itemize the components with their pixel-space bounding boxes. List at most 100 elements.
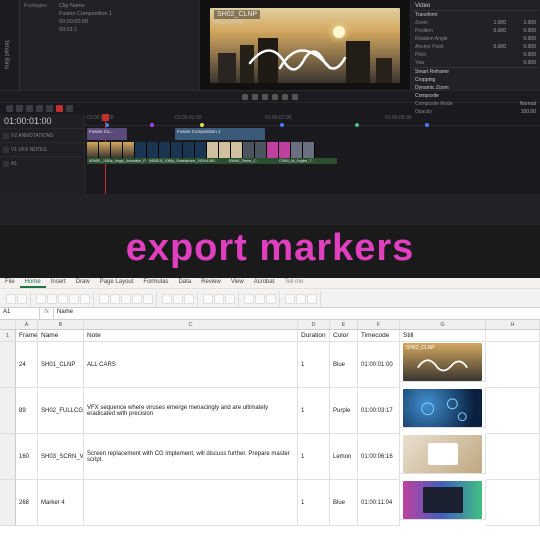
timeline-clip[interactable]: Fusion Composition 1 — [175, 128, 265, 140]
row-header[interactable] — [0, 434, 16, 480]
marker-blue[interactable] — [425, 123, 429, 127]
table-cell[interactable] — [486, 434, 540, 480]
table-cell[interactable]: SH03_SCRN_VFX — [38, 434, 84, 480]
timeline-timecode[interactable]: 01:00:01:00 — [0, 114, 84, 128]
table-cell[interactable] — [486, 330, 540, 342]
table-cell[interactable] — [486, 480, 540, 526]
format-cells-button[interactable] — [266, 294, 276, 304]
still-thumbnail-cell[interactable] — [400, 480, 486, 520]
ribbon-tab-home[interactable]: Home — [20, 278, 46, 288]
autosum-button[interactable] — [285, 294, 295, 304]
inspector-rotation[interactable]: 0.000 — [508, 36, 536, 42]
loop-button[interactable] — [292, 94, 298, 100]
fill-button[interactable] — [80, 294, 90, 304]
still-thumbnail-cell[interactable] — [400, 388, 486, 428]
table-cell[interactable]: Lemon — [330, 434, 358, 480]
inspector-transform-section[interactable]: Transform — [415, 12, 536, 18]
column-header[interactable] — [0, 320, 16, 329]
inspector-video-tab[interactable]: Video — [413, 2, 538, 11]
table-cell[interactable]: 1 — [298, 480, 330, 526]
step-back-button[interactable] — [252, 94, 258, 100]
ribbon-tab-pagelayout[interactable]: Page Layout — [95, 278, 139, 288]
table-cell[interactable]: Purple — [330, 388, 358, 434]
table-cell[interactable]: 89 — [16, 388, 38, 434]
track-toggle-icon[interactable] — [3, 133, 9, 139]
prev-clip-button[interactable] — [242, 94, 248, 100]
column-header[interactable]: C — [84, 320, 298, 329]
still-thumbnail-cell[interactable]: SH02_CLNP — [400, 342, 486, 382]
track-v2-header[interactable]: V2 ANNOTATIONS — [0, 128, 84, 142]
row-header[interactable]: 1 — [0, 330, 16, 342]
table-cell[interactable]: Timecode — [358, 330, 400, 342]
table-cell[interactable]: Blue — [330, 480, 358, 526]
table-cell[interactable]: Still — [400, 330, 486, 342]
timeline-ruler[interactable]: 01:00:00:00 01:00:01:00 01:00:02:00 01:0… — [85, 114, 540, 126]
media-pool-sidebar[interactable]: Smart Bins — [0, 0, 20, 90]
timeline-audio-clip[interactable]: CSM4_All_Angles_T... — [277, 158, 337, 164]
table-cell[interactable]: 24 — [16, 342, 38, 388]
ribbon-tab-review[interactable]: Review — [196, 278, 226, 288]
comma-button[interactable] — [184, 294, 194, 304]
column-header[interactable]: D — [298, 320, 330, 329]
track-v1-header[interactable]: V1 VFX NOTES — [0, 142, 84, 156]
table-cell[interactable]: Frame — [16, 330, 38, 342]
column-header[interactable]: G — [400, 320, 486, 329]
italic-button[interactable] — [47, 294, 57, 304]
ribbon-tab-file[interactable]: File — [0, 278, 20, 288]
row-header[interactable] — [0, 388, 16, 434]
find-button[interactable] — [307, 294, 317, 304]
ribbon-tab-draw[interactable]: Draw — [71, 278, 95, 288]
link-tool[interactable] — [36, 105, 43, 112]
column-header[interactable]: F — [358, 320, 400, 329]
align-right-button[interactable] — [121, 294, 131, 304]
table-cell[interactable]: SH01_CLNP — [38, 342, 84, 388]
timeline-audio-clip[interactable]: ARMEL_1080p_Angry_Animation_P... — [87, 158, 147, 164]
table-cell[interactable] — [486, 388, 540, 434]
fx-icon[interactable]: fx — [40, 308, 54, 319]
table-cell[interactable]: 01:00:11:04 — [358, 480, 400, 526]
inspector-pos-x[interactable]: 0.000 — [478, 28, 506, 34]
table-cell[interactable]: 160 — [16, 434, 38, 480]
marker-lemon[interactable] — [200, 123, 204, 127]
align-left-button[interactable] — [99, 294, 109, 304]
insert-cells-button[interactable] — [244, 294, 254, 304]
flag-tool[interactable] — [46, 105, 53, 112]
track-toggle-icon[interactable] — [3, 147, 9, 153]
next-clip-button[interactable] — [282, 94, 288, 100]
table-cell[interactable]: 01:00:06:16 — [358, 434, 400, 480]
table-cell[interactable]: Duration — [298, 330, 330, 342]
cond-format-button[interactable] — [203, 294, 213, 304]
table-cell[interactable] — [84, 480, 298, 526]
table-cell[interactable]: Screen replacement with CG implement, wi… — [84, 434, 298, 480]
marker-tool[interactable] — [56, 105, 63, 112]
inspector-pitch[interactable]: 0.000 — [508, 52, 536, 58]
ribbon-tab-view[interactable]: View — [226, 278, 249, 288]
number-format-button[interactable] — [162, 294, 172, 304]
track-a1-header[interactable]: A1 — [0, 156, 84, 170]
inspector-anc-y[interactable]: 0.000 — [508, 44, 536, 50]
delete-cells-button[interactable] — [255, 294, 265, 304]
timeline-video-track[interactable] — [87, 142, 367, 158]
inspector-composite[interactable]: Composite — [415, 93, 536, 99]
column-header[interactable]: B — [38, 320, 84, 329]
spreadsheet-grid[interactable]: ABCDEFGH 1FrameNameNoteDurationColorTime… — [0, 320, 540, 540]
paste-button[interactable] — [6, 294, 16, 304]
inspector-yaw[interactable]: 0.000 — [508, 60, 536, 66]
table-cell[interactable]: SH02_FULLCG — [38, 388, 84, 434]
snap-toggle[interactable] — [66, 105, 73, 112]
border-button[interactable] — [69, 294, 79, 304]
inspector-smartreframe[interactable]: Smart Reframe — [415, 69, 536, 75]
ribbon-tab-acrobat[interactable]: Acrobat — [249, 278, 280, 288]
timeline-audio-clip[interactable]: INDIELB_1080p_Smartphone_1920x1080... — [147, 158, 227, 164]
sort-button[interactable] — [296, 294, 306, 304]
table-cell[interactable]: Color — [330, 330, 358, 342]
table-cell[interactable] — [486, 342, 540, 388]
column-header[interactable]: E — [330, 320, 358, 329]
track-toggle-icon[interactable] — [3, 161, 9, 167]
table-cell[interactable]: Blue — [330, 342, 358, 388]
ribbon-tellme[interactable]: Tell me — [279, 278, 308, 288]
bold-button[interactable] — [36, 294, 46, 304]
formula-input[interactable]: Name — [54, 308, 540, 319]
merge-button[interactable] — [143, 294, 153, 304]
underline-button[interactable] — [58, 294, 68, 304]
